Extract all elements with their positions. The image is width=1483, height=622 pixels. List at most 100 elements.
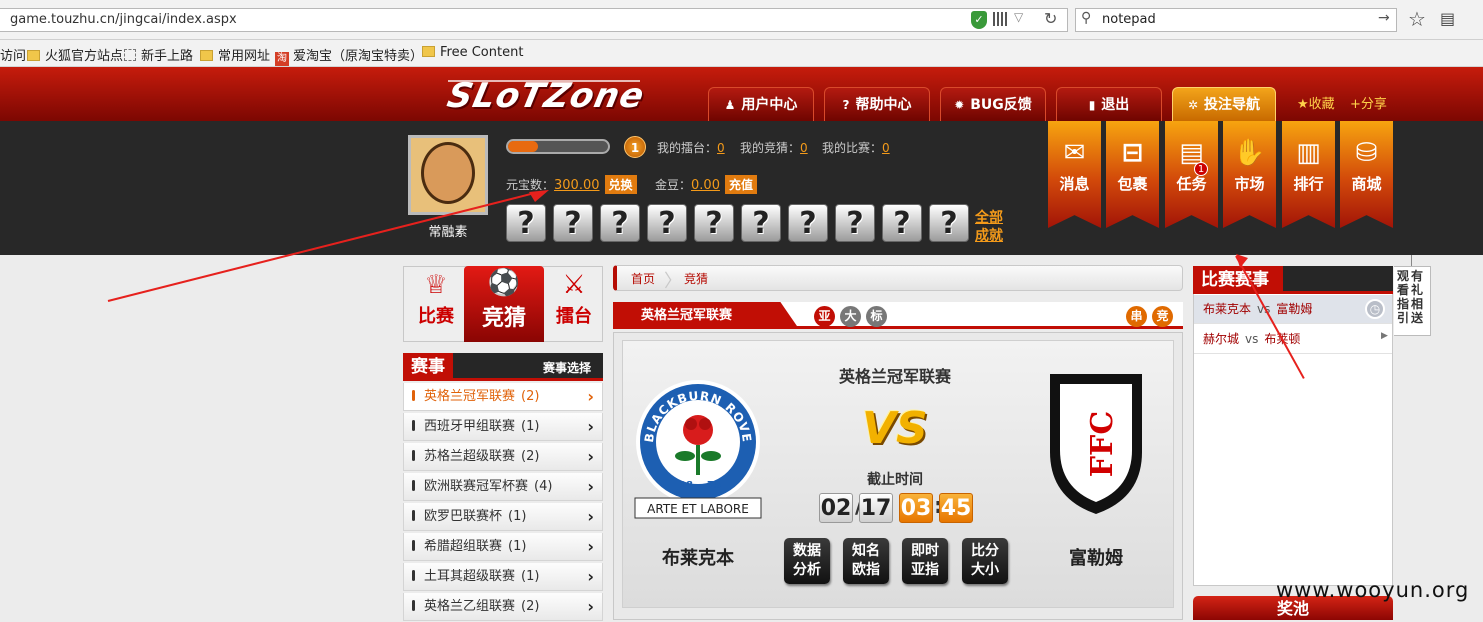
league-name: 英格兰冠军联赛 (424, 389, 516, 404)
chevron-down-icon[interactable]: ▽ (1014, 10, 1023, 24)
match-league-tab[interactable]: 英格兰冠军联赛 (613, 302, 799, 329)
recharge-button[interactable]: 充值 (724, 175, 757, 194)
ribbon-messages[interactable]: ✉ 消息 (1048, 121, 1101, 228)
site-logo[interactable]: SLoTZone (444, 76, 648, 116)
nav-user-center[interactable]: ♟ 用户中心 (708, 87, 814, 121)
bookmark-item[interactable]: Free Content (422, 45, 523, 60)
arrow-right-icon[interactable]: → (1378, 10, 1390, 26)
nav-bug-report[interactable]: ✹ BUG反馈 (940, 87, 1046, 121)
all-achievements-link[interactable]: 全部 (975, 207, 1003, 227)
bookmark-item[interactable]: 访问 (0, 45, 26, 64)
handicap-pill[interactable]: 亚 (814, 306, 835, 327)
league-name: 西班牙甲组联赛 (424, 419, 516, 434)
shield-icon[interactable]: ✓ (971, 11, 987, 29)
stat-value[interactable]: 0 (717, 141, 725, 155)
achievement-slot[interactable]: ? (553, 204, 593, 242)
league-name: 希腊超组联赛 (424, 539, 503, 554)
guide-gift-tab[interactable]: 观看指引有礼相送 (1394, 266, 1431, 336)
league-item[interactable]: 西班牙甲组联赛 (1) › (403, 413, 603, 441)
euro-odds-button[interactable]: 知名 欧指 (843, 538, 889, 584)
tab-guess[interactable]: ⚽ 竞猜 (464, 266, 544, 342)
nav-bet-guide[interactable]: ✲ 投注导航 (1172, 87, 1276, 121)
bookmark-item[interactable]: 常用网址 (200, 45, 270, 64)
achievement-slot[interactable]: ? (647, 204, 687, 242)
qr-code-icon[interactable] (993, 12, 1007, 26)
action-line: 知名 (852, 543, 880, 559)
ribbon-tasks[interactable]: ▤ 任务 (1165, 121, 1218, 228)
ribbon-package[interactable]: ⊟ 包裹 (1106, 121, 1159, 228)
parlay-pill[interactable]: 串 (1126, 306, 1147, 327)
nav-logout[interactable]: ▮ 退出 (1056, 87, 1162, 121)
clipboard-icon[interactable]: ▤ (1440, 9, 1455, 28)
chevron-right-icon: › (587, 537, 594, 556)
favorite-link[interactable]: ★收藏 (1297, 93, 1335, 112)
stat-value[interactable]: 0 (882, 141, 890, 155)
match-league-name: 英格兰冠军联赛 (838, 367, 951, 386)
league-count: (2) (521, 389, 540, 404)
asian-odds-button[interactable]: 即时 亚指 (902, 538, 948, 584)
achievement-slot[interactable]: ? (600, 204, 640, 242)
question-icon: ? (842, 98, 850, 112)
page-icon (124, 49, 136, 61)
league-item[interactable]: 欧洲联赛冠军杯赛 (4) › (403, 473, 603, 501)
match-list-item[interactable]: 布莱克本vs富勒姆 (1194, 295, 1392, 324)
task-count-badge: 1 (1194, 162, 1208, 176)
stat-label: 我的竞猜： (740, 141, 801, 155)
action-line: 欧指 (852, 562, 880, 578)
league-item[interactable]: 希腊超组联赛 (1) › (403, 533, 603, 561)
bookmark-item[interactable]: 淘爱淘宝（原淘宝特卖） (275, 45, 423, 66)
breadcrumb-home[interactable]: 首页 (631, 270, 655, 287)
achievement-slot[interactable]: ? (788, 204, 828, 242)
deadline-month: 02 (819, 493, 853, 523)
league-select-link[interactable]: 赛事选择 (543, 359, 591, 376)
nav-help-center[interactable]: ? 帮助中心 (824, 87, 930, 121)
bookmark-item[interactable]: 新手上路 (124, 45, 193, 64)
stat-value[interactable]: 0 (800, 141, 808, 155)
jingcai-pill[interactable]: 竞 (1152, 306, 1173, 327)
search-input[interactable]: notepad (1075, 8, 1397, 32)
avatar-face (421, 142, 475, 204)
ribbon-ranking[interactable]: ▥ 排行 (1282, 121, 1335, 228)
home-team: 布莱克本 (1203, 302, 1252, 316)
data-analysis-button[interactable]: 数据 分析 (784, 538, 830, 584)
away-team-name: 富勒姆 (1069, 548, 1123, 569)
folder-icon (200, 50, 213, 61)
achievement-slot[interactable]: ? (929, 204, 969, 242)
achievement-slot[interactable]: ? (835, 204, 875, 242)
away-team: 富勒姆 (1276, 302, 1313, 316)
vs-logo: VS (862, 403, 928, 454)
achievement-slot[interactable]: ? (694, 204, 734, 242)
league-item[interactable]: 欧罗巴联赛杯 (1) › (403, 503, 603, 531)
yuanbao-value[interactable]: 300.00 (554, 178, 600, 193)
search-icon: ⚲ (1081, 10, 1092, 26)
league-item[interactable]: 苏格兰超级联赛 (2) › (403, 443, 603, 471)
league-item[interactable]: 英格兰冠军联赛 (2) › (403, 383, 603, 411)
share-link[interactable]: +分享 (1350, 93, 1387, 112)
reload-icon[interactable]: ↻ (1044, 9, 1057, 28)
star-icon[interactable]: ☆ (1408, 7, 1426, 31)
achievement-slot[interactable]: ? (882, 204, 922, 242)
ribbon-label: 包裹 (1117, 175, 1148, 193)
address-bar[interactable]: game.touzhu.cn/jingcai/index.aspx (0, 8, 1068, 32)
league-item[interactable]: 土耳其超级联赛 (1) › (403, 563, 603, 591)
tab-arena[interactable]: ⚔ 擂台 (543, 268, 605, 338)
achievement-slot[interactable]: ? (741, 204, 781, 242)
stat-label: 我的比赛： (822, 141, 883, 155)
jindou-value[interactable]: 0.00 (691, 178, 720, 193)
tab-match[interactable]: ♕ 比赛 (405, 268, 467, 338)
ribbon-market[interactable]: ✋ 市场 (1223, 121, 1276, 228)
nav-label: BUG反馈 (970, 97, 1032, 113)
podium-icon: ▥ (1296, 138, 1321, 168)
exchange-button[interactable]: 兑换 (604, 175, 637, 194)
match-list-item[interactable]: 赫尔城vs布莱顿 (1194, 325, 1392, 354)
gear-icon: ✲ (1187, 98, 1199, 112)
ribbon-shop[interactable]: ⛁ 商城 (1340, 121, 1393, 228)
star-icon: ★ (1297, 97, 1309, 112)
level-badge: 1 (624, 136, 646, 158)
standard-pill[interactable]: 标 (866, 306, 887, 327)
score-size-button[interactable]: 比分 大小 (962, 538, 1008, 584)
league-item[interactable]: 英格兰乙组联赛 (2) › (403, 593, 603, 621)
all-achievements-link[interactable]: 成就 (975, 225, 1003, 245)
bookmark-item[interactable]: 火狐官方站点 (27, 45, 123, 64)
over-under-pill[interactable]: 大 (840, 306, 861, 327)
